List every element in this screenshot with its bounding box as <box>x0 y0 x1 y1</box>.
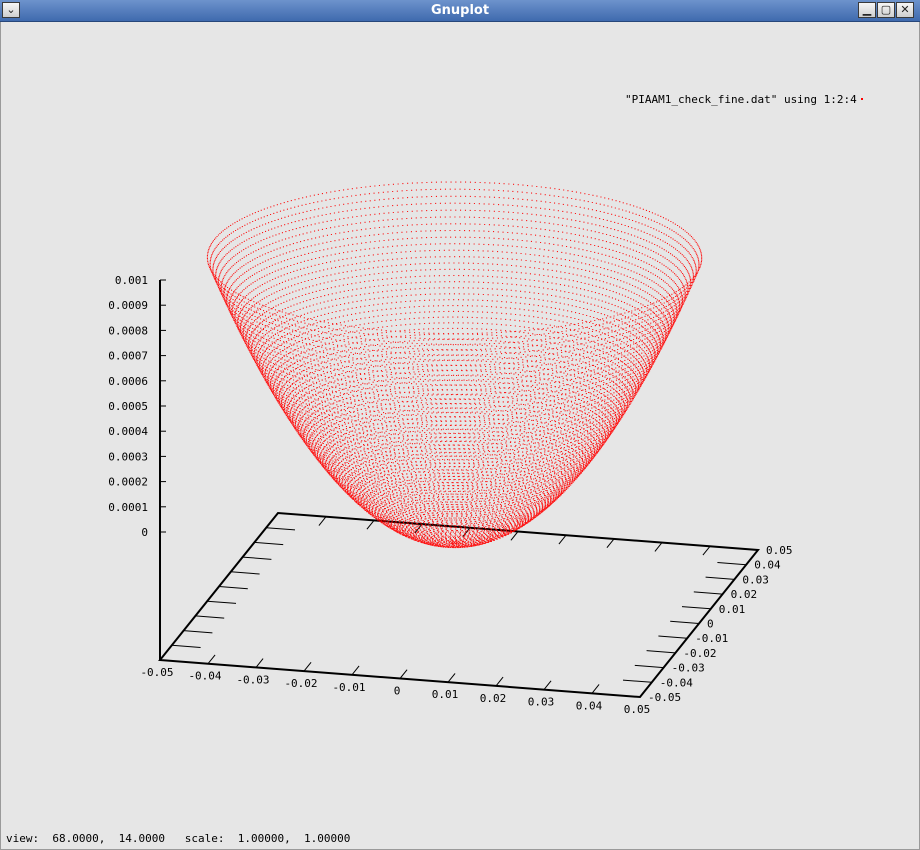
x-tick-label: 0.04 <box>576 699 603 712</box>
x-tick-label: -0.05 <box>140 666 173 679</box>
x-tick-mark-back <box>558 534 567 545</box>
y-tick-label: 0.02 <box>731 588 758 601</box>
y-tick-mark-left <box>183 630 213 634</box>
status-bar: view: 68.0000, 14.0000 scale: 1.00000, 1… <box>6 832 351 845</box>
legend: "PIAAM1_check_fine.dat" using 1:2:4 <box>625 93 863 106</box>
x-tick-label: -0.02 <box>284 677 317 690</box>
z-tick-label: 0.0005 <box>108 400 148 413</box>
x-tick-label: -0.03 <box>236 673 269 686</box>
y-tick-label: -0.02 <box>683 647 716 660</box>
z-tick-label: 0.0008 <box>108 324 148 337</box>
y-tick-mark-left <box>207 600 237 604</box>
y-tick-label: 0.03 <box>742 573 769 586</box>
plot-canvas: 0 0.0001 0.0002 0.0003 0.0004 0.0005 0.0006 0.0… <box>108 93 863 716</box>
y-tick-mark-left <box>242 556 272 560</box>
base-plane-border <box>158 511 760 699</box>
y-tick-mark <box>658 635 688 639</box>
z-tick-label: 0.0009 <box>108 299 148 312</box>
x-tick-mark-back <box>318 516 327 526</box>
y-tick-mark <box>681 606 711 610</box>
x-tick-mark <box>543 680 552 690</box>
z-tick-label: 0.0004 <box>108 425 148 438</box>
x-tick-mark-back <box>702 545 711 556</box>
y-tick-mark-left <box>171 644 201 649</box>
y-tick-mark-left <box>230 571 260 575</box>
y-tick-label: 0.04 <box>754 559 781 572</box>
y-tick-label: 0.05 <box>766 544 793 557</box>
x-tick-mark-back <box>270 512 279 523</box>
y-tick-label: -0.04 <box>660 676 693 689</box>
y-tick-mark-left <box>254 541 284 546</box>
x-tick-mark <box>495 676 504 687</box>
x-tick-label: 0.02 <box>480 692 507 705</box>
legend-label: "PIAAM1_check_fine.dat" using 1:2:4 <box>625 93 857 106</box>
surface-point-cloud <box>206 181 703 549</box>
y-tick-mark-left <box>195 615 225 619</box>
z-tick-label: 0.0003 <box>108 450 148 463</box>
x-tick-mark-back <box>366 520 375 530</box>
x-tick-mark-back <box>606 538 615 549</box>
y-tick-mark-left <box>218 586 248 590</box>
axes-group <box>158 279 760 699</box>
x-tick-mark <box>303 661 312 672</box>
x-tick-mark <box>351 665 360 676</box>
x-tick-mark <box>399 669 408 679</box>
x-tick-label: -0.01 <box>332 681 365 694</box>
tick-labels-group: 0 0.0001 0.0002 0.0003 0.0004 0.0005 0.0006 0.0… <box>108 274 792 716</box>
y-tick-mark <box>705 576 735 580</box>
y-tick-mark <box>693 591 723 595</box>
y-tick-mark <box>717 561 747 566</box>
x-tick-label: 0.03 <box>528 696 555 709</box>
x-tick-mark <box>447 673 456 683</box>
x-tick-mark <box>255 658 264 668</box>
y-tick-mark-left <box>266 527 296 531</box>
z-tick-label: 0.0007 <box>108 350 148 363</box>
y-tick-mark <box>622 679 652 683</box>
x-tick-mark <box>639 687 648 698</box>
x-tick-label: -0.04 <box>188 670 221 683</box>
x-tick-mark-back <box>654 542 663 552</box>
x-tick-label: 0 <box>394 685 401 698</box>
x-tick-label: 0.01 <box>432 688 459 701</box>
x-tick-mark-back <box>750 549 759 560</box>
surface-points <box>206 181 703 549</box>
x-tick-mark <box>591 684 600 694</box>
x-tick-mark <box>159 650 168 661</box>
z-tick-label: 0.0006 <box>108 375 148 388</box>
y-tick-mark <box>670 620 700 624</box>
y-tick-label: -0.01 <box>695 632 728 645</box>
x-tick-mark <box>207 654 216 665</box>
z-tick-label: 0 <box>141 526 148 539</box>
z-tick-label: 0.001 <box>115 274 148 287</box>
legend-sample-point <box>861 98 863 100</box>
x-tick-label: 0.05 <box>624 703 651 716</box>
y-tick-label: -0.05 <box>648 691 681 704</box>
z-tick-label: 0.0001 <box>108 501 148 514</box>
y-tick-mark <box>634 664 664 669</box>
z-tick-label: 0.0002 <box>108 476 148 489</box>
y-tick-label: 0.01 <box>719 603 746 616</box>
y-tick-mark <box>646 650 676 654</box>
y-tick-label: 0 <box>707 618 714 631</box>
y-tick-label: -0.03 <box>672 662 705 675</box>
